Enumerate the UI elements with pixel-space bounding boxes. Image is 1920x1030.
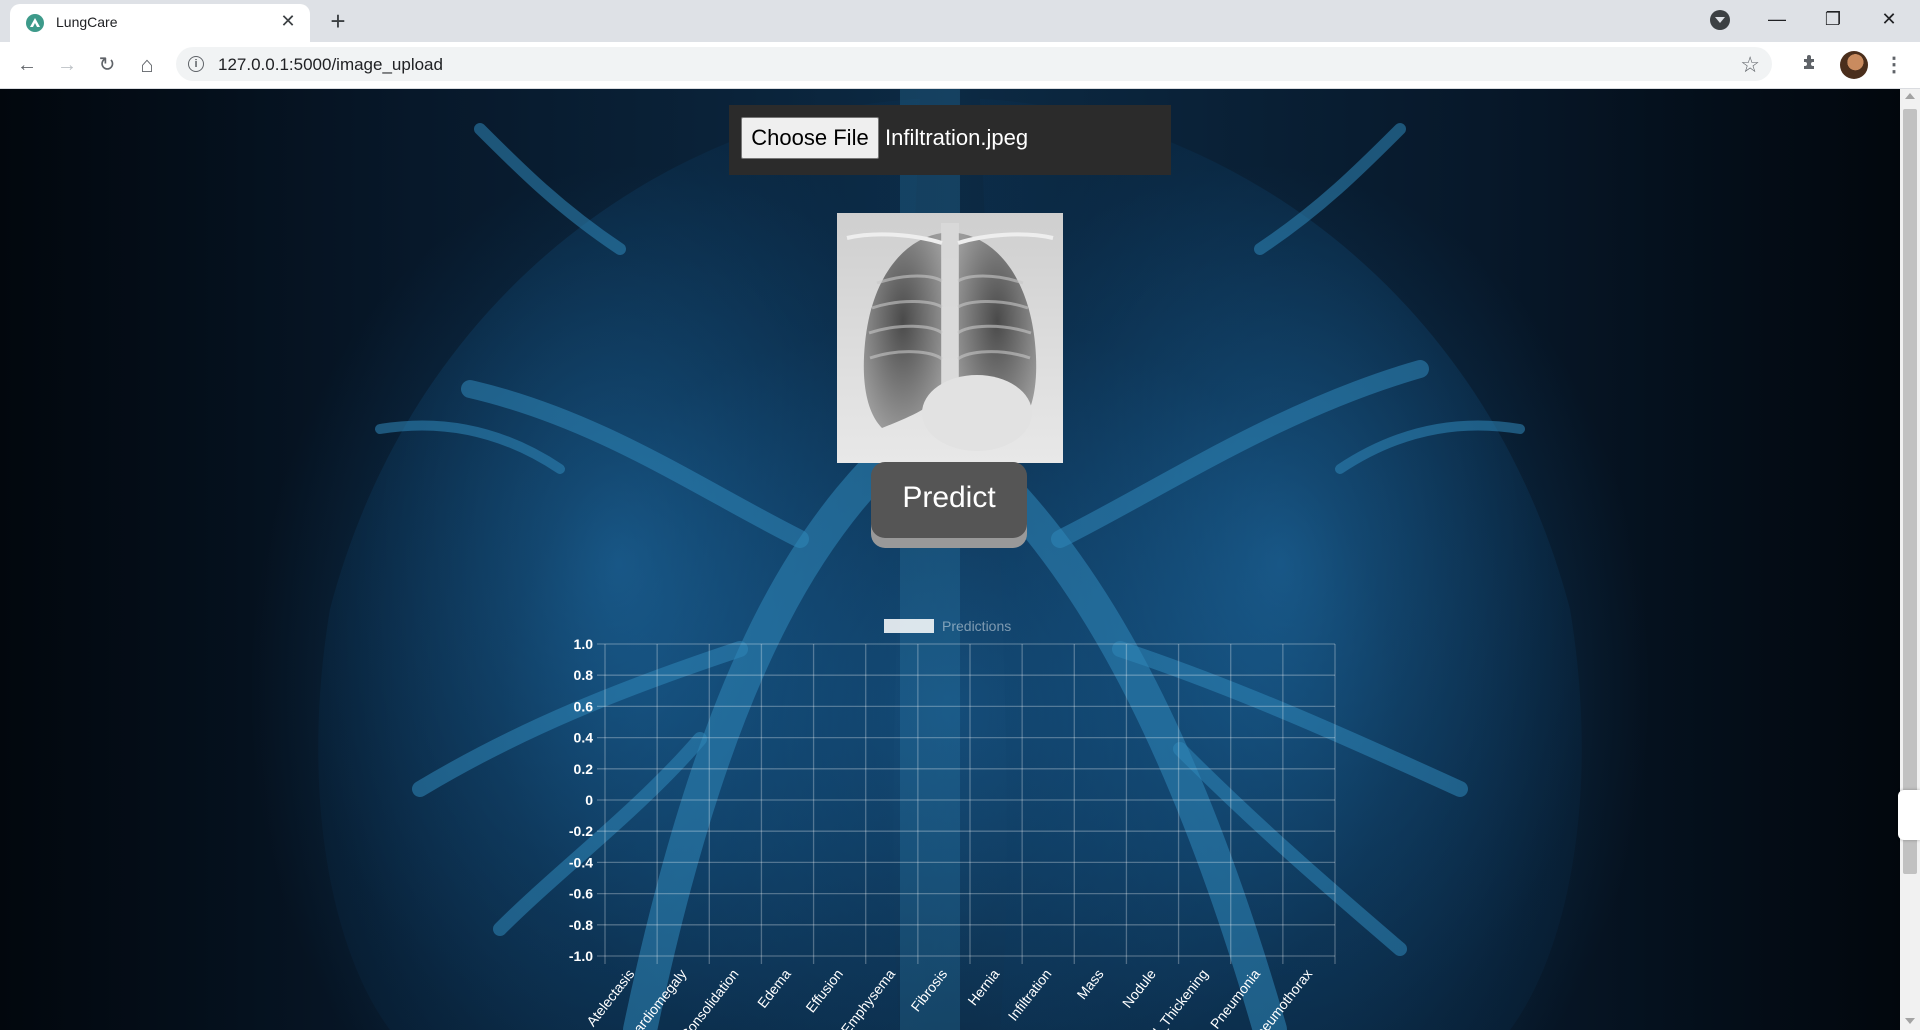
y-tick-label: 0 [585, 792, 593, 808]
home-button[interactable]: ⌂ [132, 50, 162, 80]
y-tick-label: 0.8 [574, 667, 594, 683]
new-tab-button[interactable]: + [324, 8, 352, 36]
legend-swatch [884, 619, 934, 633]
x-tick-label: Nodule [1119, 966, 1159, 1011]
y-tick-label: -0.6 [569, 886, 593, 902]
selected-file-name: Infiltration.jpeg [885, 125, 1029, 150]
page-heading-clipped [560, 89, 575, 109]
tab-close-icon[interactable]: ✕ [278, 11, 298, 31]
x-tick-label: Pneumonia [1207, 966, 1263, 1030]
x-tick-label: Infiltration [1005, 966, 1055, 1024]
y-tick-label: -0.4 [569, 854, 593, 870]
url-text[interactable]: 127.0.0.1:5000/image_upload [218, 55, 443, 75]
predictions-bar-chart: Predictions 1.0 0.8 0.6 0.4 0.2 0 -0.2 -0.4 -0.6 -… [569, 618, 1336, 1030]
uploaded-xray-image [837, 213, 1063, 463]
lungcare-favicon-icon [26, 14, 44, 32]
tab-search-icon[interactable] [1710, 10, 1730, 30]
scrollbar-thumb[interactable] [1903, 109, 1917, 874]
x-tick-label: Effusion [802, 966, 846, 1016]
x-tick-label: Emphysema [838, 966, 899, 1030]
scroll-up-arrow-icon[interactable] [1905, 93, 1915, 99]
y-tick-label: -1.0 [569, 948, 593, 964]
browser-tab[interactable]: LungCare ✕ [10, 4, 310, 42]
legend-label: Predictions [942, 618, 1011, 634]
minimize-button[interactable]: — [1754, 4, 1800, 34]
x-tick-label: Edema [754, 966, 794, 1011]
x-tick-label: Mass [1074, 966, 1107, 1002]
y-tick-label: 0.2 [574, 761, 594, 777]
forward-button[interactable]: → [52, 50, 82, 80]
y-tick-label: 0.4 [574, 730, 594, 746]
y-tick-label: 0.6 [574, 698, 594, 714]
y-tick-label: -0.8 [569, 917, 593, 933]
maximize-button[interactable]: ❐ [1810, 4, 1856, 34]
address-bar[interactable]: i 127.0.0.1:5000/image_upload ☆ [176, 47, 1772, 81]
browser-tab-bar: LungCare ✕ + — ❐ ✕ [0, 0, 1920, 42]
file-upload-box: Choose File Infiltration.jpeg [729, 105, 1171, 175]
vertical-scrollbar[interactable] [1900, 89, 1920, 1030]
side-panel-handle[interactable] [1898, 790, 1920, 840]
site-info-icon[interactable]: i [188, 56, 204, 72]
profile-avatar[interactable] [1840, 51, 1868, 79]
y-tick-label: 1.0 [574, 636, 594, 652]
browser-toolbar: ← → ↻ ⌂ i 127.0.0.1:5000/image_upload ☆ … [0, 42, 1920, 89]
choose-file-button[interactable]: Choose File [741, 117, 879, 159]
reload-button[interactable]: ↻ [92, 50, 122, 80]
predict-button[interactable]: Predict [871, 462, 1027, 538]
x-tick-label: Hernia [964, 966, 1002, 1009]
scroll-down-arrow-icon[interactable] [1905, 1018, 1915, 1024]
x-tick-label: Fibrosis [908, 966, 951, 1014]
close-window-button[interactable]: ✕ [1866, 4, 1912, 34]
x-tick-label: Atelectasis [583, 966, 637, 1029]
extensions-icon[interactable] [1797, 52, 1823, 78]
menu-icon[interactable]: ⋮ [1884, 52, 1904, 78]
y-tick-label: -0.2 [569, 823, 593, 839]
back-button[interactable]: ← [12, 50, 42, 80]
star-icon[interactable]: ☆ [1740, 52, 1760, 78]
tab-title: LungCare [56, 14, 118, 30]
page-viewport: Choose File Infiltration.jpeg Predict Pr… [0, 89, 1900, 1030]
